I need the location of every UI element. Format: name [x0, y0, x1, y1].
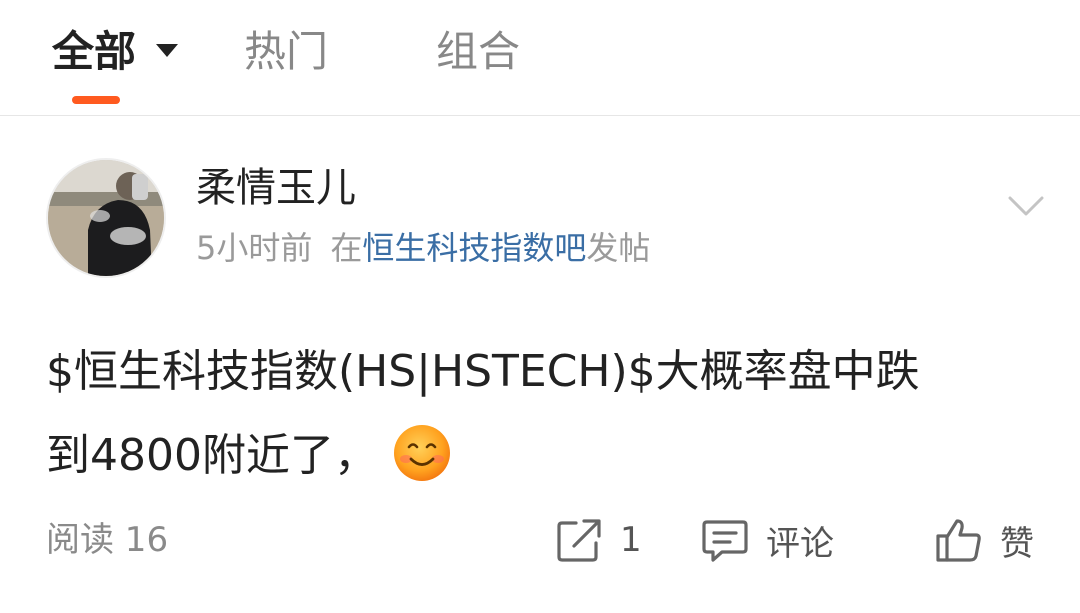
comment-label: 评论 — [766, 523, 834, 564]
share-icon — [557, 519, 601, 562]
avatar-photo-icon — [48, 160, 164, 276]
tab-combo[interactable]: 组合 — [436, 24, 520, 80]
tab-bar: 全部 热门 组合 — [0, 0, 1080, 116]
comment-button[interactable]: 评论 — [700, 510, 834, 570]
action-suffix: 发帖 — [586, 229, 651, 267]
chevron-down-icon[interactable] — [1006, 192, 1046, 220]
post-body[interactable]: $恒生科技指数(HS|HSTECH)$大概率盘中跌 到4800附近了， — [46, 330, 1036, 498]
forum-link[interactable]: 恒生科技指数吧 — [362, 229, 586, 267]
caret-down-icon[interactable] — [156, 44, 178, 57]
tab-all[interactable]: 全部 — [52, 24, 136, 80]
smiling-face-icon — [393, 425, 450, 481]
post-text-line-2-wrap: 到4800附近了， — [46, 414, 1036, 498]
avatar[interactable] — [46, 158, 166, 278]
post-feed-page: 全部 热门 组合 柔情玉儿 5小时前 在恒生科技指数吧发帖 $恒生科技指数(HS|… — [0, 0, 1080, 613]
post-text-line-1: $恒生科技指数(HS|HSTECH)$大概率盘中跌 — [46, 346, 920, 397]
read-count: 阅读 16 — [46, 520, 169, 560]
like-label: 赞 — [1000, 523, 1034, 564]
in-prefix: 在 — [330, 229, 363, 267]
like-button[interactable]: 赞 — [934, 510, 1034, 570]
post-meta: 5小时前 在恒生科技指数吧发帖 — [196, 226, 650, 270]
thumbs-up-icon — [936, 519, 981, 562]
share-count: 1 — [620, 520, 642, 560]
post-text-line-2: 到4800附近了， — [46, 430, 378, 481]
share-button[interactable]: 1 — [554, 510, 642, 570]
comment-icon — [702, 520, 748, 562]
tab-hot[interactable]: 热门 — [244, 24, 328, 80]
author-name[interactable]: 柔情玉儿 — [196, 160, 356, 216]
active-tab-indicator — [72, 96, 120, 104]
post-time: 5小时前 — [196, 229, 313, 267]
